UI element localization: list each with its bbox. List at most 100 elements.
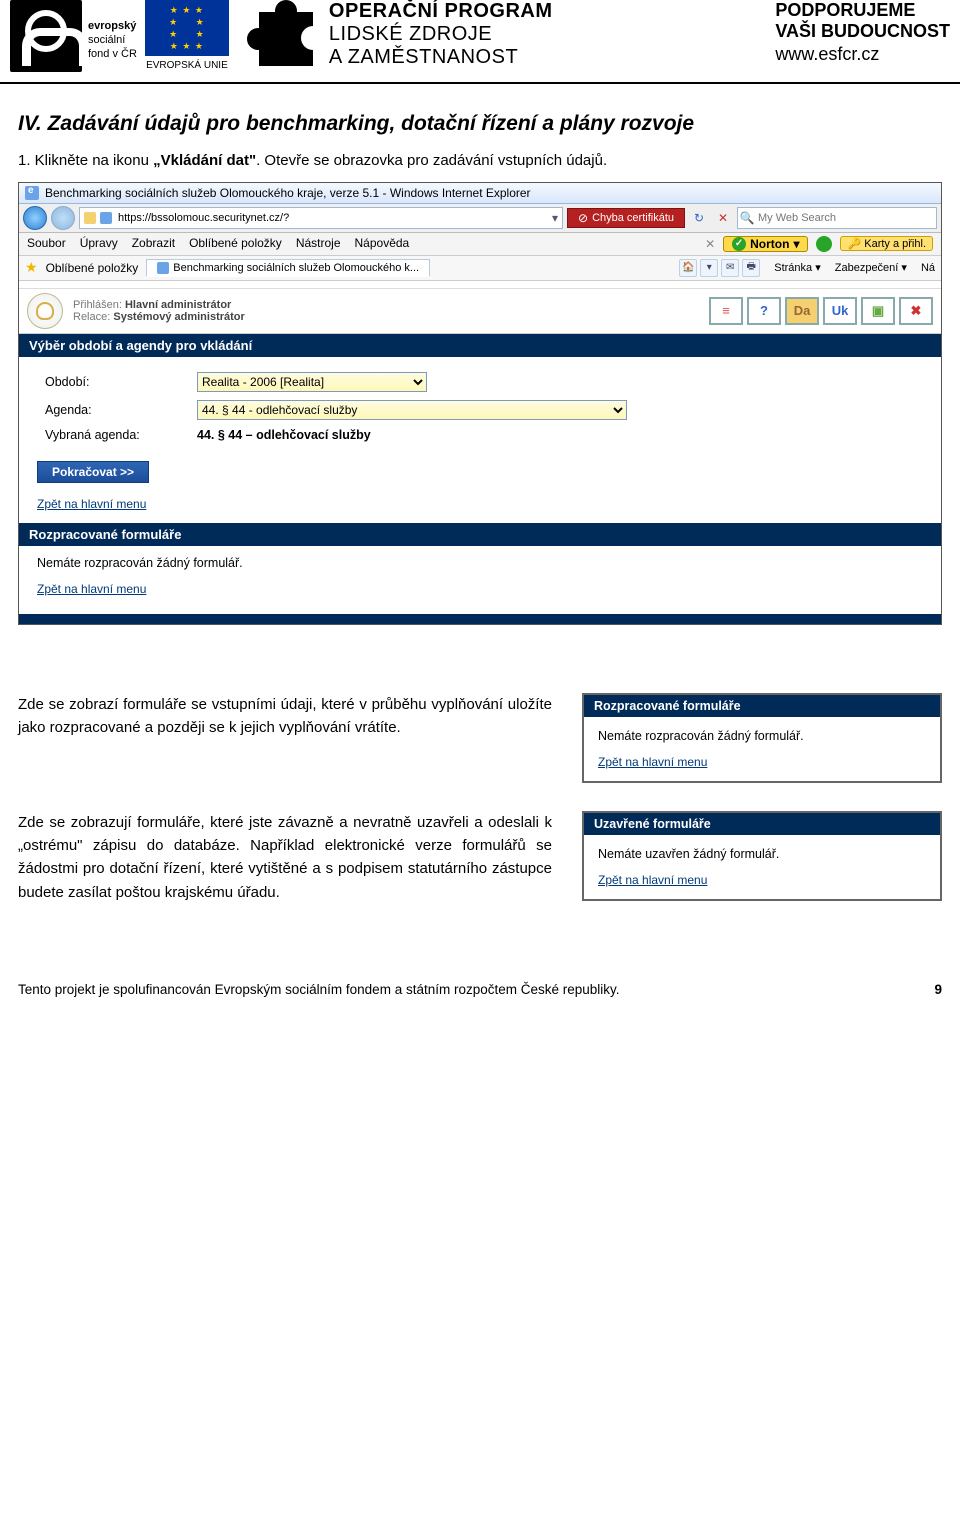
obdobi-select[interactable]: Realita - 2006 [Realita] [197, 372, 427, 392]
back-button[interactable] [23, 206, 47, 230]
feeds-icon[interactable]: ▾ [700, 259, 718, 277]
agenda-select[interactable]: 44. § 44 - odlehčovací služby [197, 400, 627, 420]
menu-item[interactable]: Soubor [27, 236, 66, 252]
agenda-label: Agenda: [39, 397, 189, 423]
home-icon[interactable]: 🏠 [679, 259, 697, 277]
menu-item[interactable]: Nápověda [355, 236, 410, 252]
eu-flag-icon [145, 0, 229, 56]
form-area: Období: Realita - 2006 [Realita] Agenda:… [19, 357, 941, 521]
support-l1: PODPORUJEME [775, 0, 950, 21]
support-l3: www.esfcr.cz [775, 44, 950, 65]
rel-label: Relace: [73, 311, 110, 323]
puzzle-icon [247, 0, 321, 74]
search-field[interactable]: 🔍 [737, 207, 937, 229]
uk-icon[interactable]: Uk [823, 297, 857, 325]
menu-item[interactable]: Úpravy [80, 236, 118, 252]
vybrana-label: Vybraná agenda: [39, 425, 189, 445]
page-number: 9 [934, 982, 942, 997]
window-titlebar: Benchmarking sociálních služeb Olomoucké… [19, 183, 941, 204]
eu-logo: EVROPSKÁ UNIE [145, 0, 229, 71]
esf-logo: evropský sociální fond v ČR [10, 0, 137, 72]
snippet-msg-rozp: Nemáte rozpracován žádný formulář. [598, 729, 926, 743]
cards-button[interactable]: 🔑 Karty a přihl. [840, 236, 933, 251]
favorites-label[interactable]: Oblíbené položky [46, 261, 139, 275]
exit-icon[interactable]: ✖ [899, 297, 933, 325]
esf-line1: evropský [88, 20, 137, 34]
search-input[interactable] [756, 211, 936, 225]
favorites-star-icon[interactable]: ★ [25, 259, 38, 276]
refresh-button[interactable]: ↻ [689, 211, 709, 225]
snippet-back-uzav[interactable]: Zpět na hlavní menu [598, 873, 707, 887]
crest-icon [27, 293, 63, 329]
back-link-2[interactable]: Zpět na hlavní menu [37, 582, 146, 596]
browser-tab[interactable]: Benchmarking sociálních služeb Olomoucké… [146, 259, 430, 277]
form-icon[interactable]: ≡ [709, 297, 743, 325]
section-header-2: Rozpracované formuláře [19, 521, 941, 546]
section-header-3-cut [19, 612, 941, 624]
paragraph-rozpracovane: Zde se zobrazí formuláře se vstupními úd… [18, 693, 552, 740]
support-block: PODPORUJEME VAŠI BUDOUCNOST www.esfcr.cz [775, 0, 950, 65]
snippet-header-uzav: Uzavřené formuláře [584, 813, 940, 835]
page-heading: IV. Zadávání údajů pro benchmarking, dot… [18, 112, 942, 136]
forward-button[interactable] [51, 206, 75, 230]
page-footer: Tento projekt je spolufinancován Evropsk… [0, 932, 960, 1009]
stop-button[interactable]: ✕ [713, 211, 733, 225]
menu-item[interactable]: Zobrazit [132, 236, 175, 252]
ok-icon[interactable]: ▣ [861, 297, 895, 325]
intro-paragraph: 1. Klikněte na ikonu „Vkládání dat". Ote… [18, 150, 942, 172]
menubar: Soubor Úpravy Zobrazit Oblíbené položky … [19, 233, 941, 256]
snippet-uzavrene: Uzavřené formuláře Nemáte uzavřen žádný … [582, 811, 942, 901]
cert-error-badge[interactable]: Chyba certifikátu [567, 208, 685, 228]
rel-value: Systémový administrátor [113, 311, 244, 323]
tb-security[interactable]: Zabezpečení ▾ [835, 261, 907, 274]
section-header-1: Výběr období a agendy pro vkládání [19, 334, 941, 357]
tb-extra[interactable]: Ná [921, 262, 935, 274]
print-icon[interactable]: 🖶 [742, 259, 760, 277]
lock-icon [84, 212, 96, 224]
screenshot-main: Benchmarking sociálních služeb Olomoucké… [18, 182, 942, 625]
norton-label: Norton [750, 237, 789, 251]
esf-text: evropský sociální fond v ČR [88, 0, 137, 61]
url-input[interactable] [116, 211, 548, 225]
logo-band: evropský sociální fond v ČR EVROPSKÁ UNI… [0, 0, 960, 84]
continue-button[interactable]: Pokračovat >> [37, 461, 149, 483]
snippet-rozpracovane: Rozpracované formuláře Nemáte rozpracová… [582, 693, 942, 783]
tab-title: Benchmarking sociálních služeb Olomoucké… [173, 262, 419, 274]
app-header: Přihlášen: Hlavní administrátor Relace: … [19, 289, 941, 334]
help-icon[interactable]: ? [747, 297, 781, 325]
mail-icon[interactable]: ✉ [721, 259, 739, 277]
norton-status-icon[interactable] [816, 236, 832, 252]
page-icon [100, 212, 112, 224]
menu-item[interactable]: Nástroje [296, 236, 341, 252]
browser-navbar: ▾ Chyba certifikátu ↻ ✕ 🔍 [19, 204, 941, 233]
close-toolbar-icon[interactable]: ✕ [705, 237, 715, 251]
snippet-header-rozp: Rozpracované formuláře [584, 695, 940, 717]
esf-line3: fond v ČR [88, 48, 137, 60]
intro-post: . Otevře se obrazovka pro zadávání vstup… [256, 152, 607, 169]
op-line2: LIDSKÉ ZDROJE [329, 23, 553, 46]
login-value: Hlavní administrátor [125, 299, 231, 311]
vybrana-value: 44. § 44 – odlehčovací služby [197, 428, 371, 442]
cert-error-text: Chyba certifikátu [592, 212, 674, 224]
snippet-back-rozp[interactable]: Zpět na hlavní menu [598, 755, 707, 769]
search-icon: 🔍 [738, 211, 756, 225]
back-link[interactable]: Zpět na hlavní menu [37, 497, 146, 511]
snippet-msg-uzav: Nemáte uzavřen žádný formulář. [598, 847, 926, 861]
dropdown-icon[interactable]: ▾ [552, 211, 558, 225]
login-label: Přihlášen: [73, 299, 122, 311]
op-title: OPERAČNÍ PROGRAM LIDSKÉ ZDROJE A ZAMĚSTN… [329, 0, 553, 69]
toolbar-icons: 🏠 ▾ ✉ 🖶 [679, 259, 760, 277]
paragraph-uzavrene: Zde se zobrazují formuláře, které jste z… [18, 811, 552, 904]
field-icon[interactable]: Da [785, 297, 819, 325]
window-title: Benchmarking sociálních služeb Olomoucké… [45, 186, 531, 200]
obdobi-label: Období: [39, 369, 189, 395]
tb-page[interactable]: Stránka ▾ [774, 261, 821, 274]
norton-badge[interactable]: Norton ▾ [723, 236, 808, 252]
esf-icon [10, 0, 82, 72]
esf-line2: sociální [88, 34, 125, 46]
favorites-bar: ★ Oblíbené položky Benchmarking sociální… [19, 256, 941, 281]
cards-label: Karty a přihl. [864, 238, 926, 250]
intro-bold: „Vkládání dat" [153, 152, 256, 169]
menu-item[interactable]: Oblíbené položky [189, 236, 282, 252]
address-bar[interactable]: ▾ [79, 207, 563, 229]
